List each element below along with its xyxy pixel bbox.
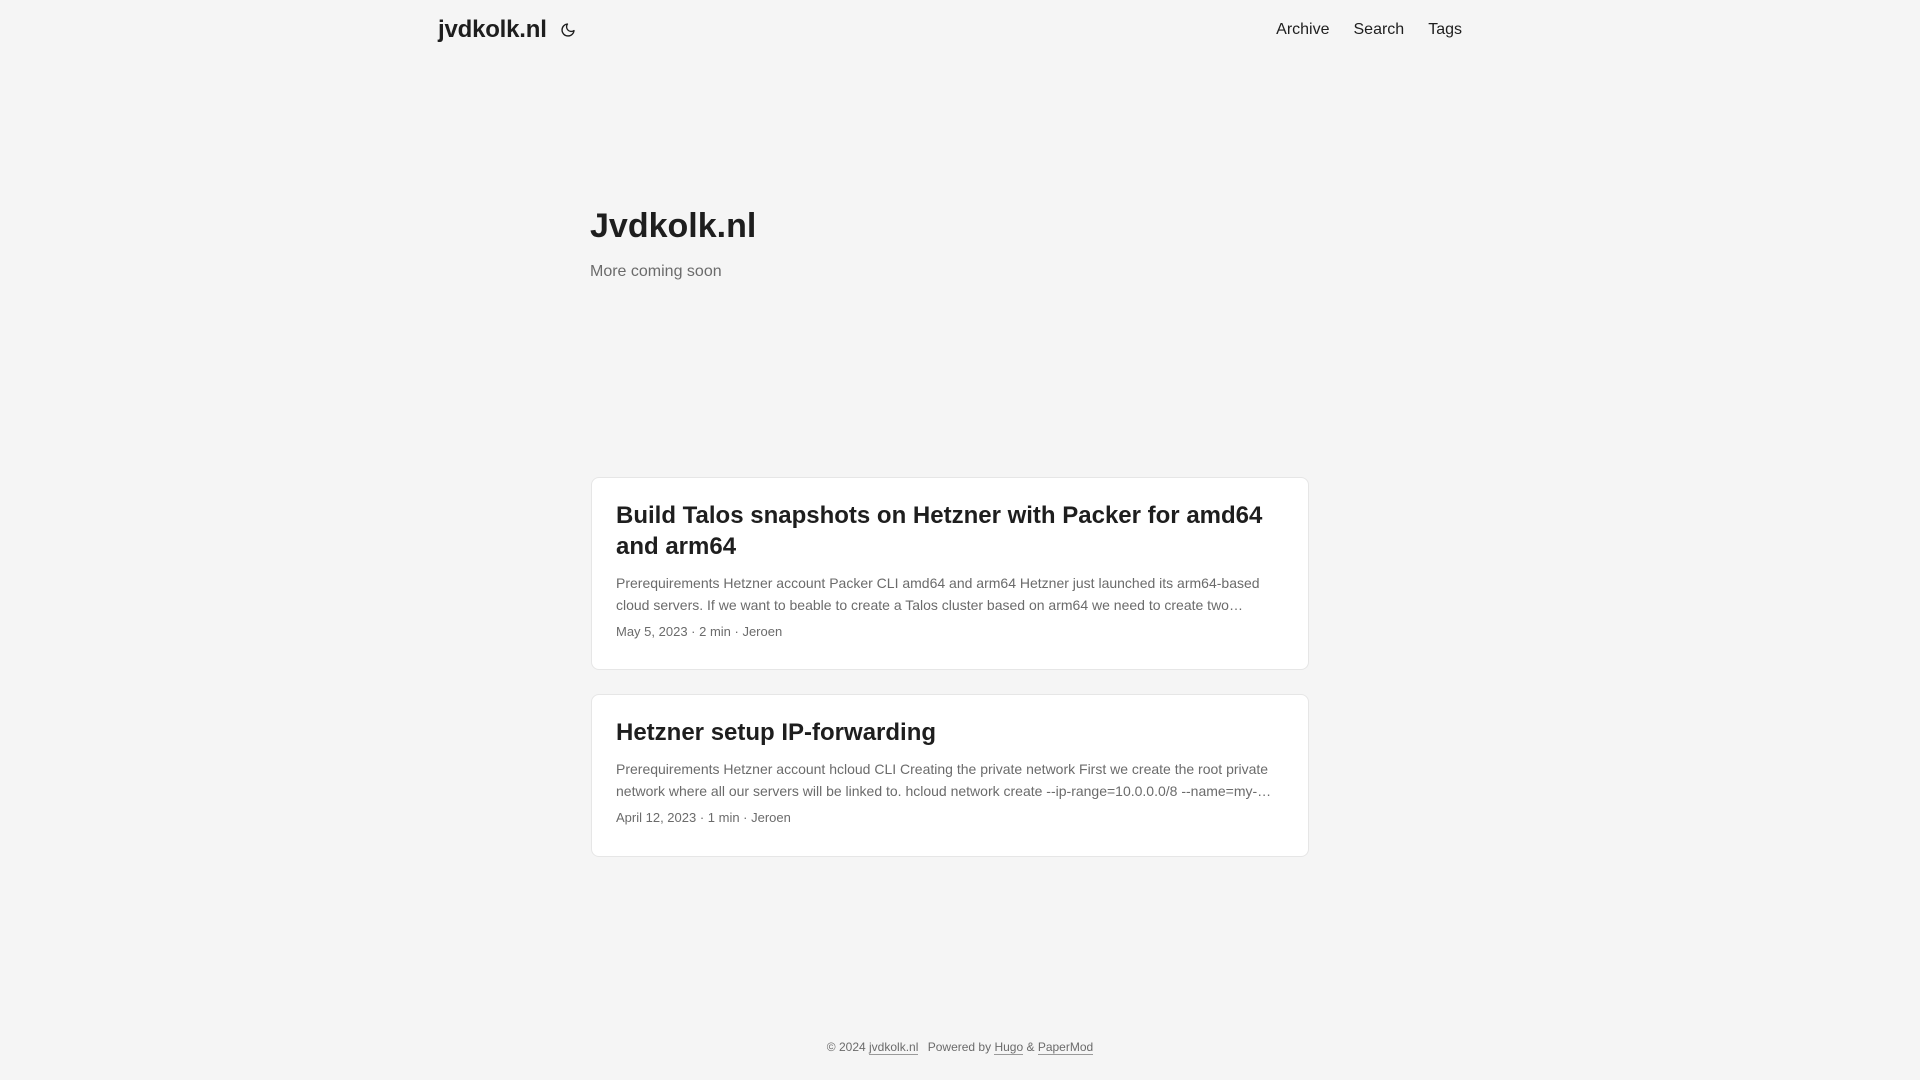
site-header: jvdkolk.nl Archive Search Tags — [438, 0, 1462, 60]
post-meta: May 5, 2023 · 2 min · Jeroen — [616, 624, 783, 640]
footer-copyright: © 2024 — [826, 1040, 866, 1054]
post-card[interactable]: Hetzner setup IP-forwarding Prerequireme… — [591, 694, 1309, 857]
footer-amp: & — [1026, 1040, 1035, 1054]
footer-hugo-link[interactable]: Hugo — [994, 1040, 1024, 1055]
post-card[interactable]: Build Talos snapshots on Hetzner with Pa… — [591, 477, 1309, 670]
nav-tags-link[interactable]: Tags — [1428, 21, 1462, 39]
post-excerpt: Prerequirements Hetzner account hcloud C… — [616, 761, 1272, 800]
footer-papermod-link[interactable]: PaperMod — [1037, 1040, 1094, 1055]
footer-site-link[interactable]: jvdkolk.nl — [869, 1040, 919, 1055]
home-info: Jvdkolk.nl More coming soon — [590, 206, 1310, 281]
brand: jvdkolk.nl — [438, 16, 577, 44]
footer-powered-by: Powered by — [927, 1040, 992, 1054]
site-logo-link[interactable]: jvdkolk.nl — [438, 16, 547, 44]
page-subtitle: More coming soon — [590, 262, 722, 280]
page-title: Jvdkolk.nl — [590, 207, 757, 245]
nav-search-link[interactable]: Search — [1354, 21, 1405, 39]
post-meta: April 12, 2023 · 1 min · Jeroen — [616, 810, 791, 826]
moon-icon[interactable] — [559, 21, 577, 39]
site-footer: © 2024 jvdkolk.nl Powered by Hugo & Pape… — [0, 1040, 1920, 1055]
post-title: Hetzner setup IP-forwarding — [616, 719, 937, 746]
nav-archive-link[interactable]: Archive — [1276, 21, 1329, 39]
main-nav: Archive Search Tags — [1276, 21, 1462, 39]
post-title: Build Talos snapshots on Hetzner with Pa… — [616, 502, 1263, 561]
post-excerpt: Prerequirements Hetzner account Packer C… — [616, 575, 1260, 614]
